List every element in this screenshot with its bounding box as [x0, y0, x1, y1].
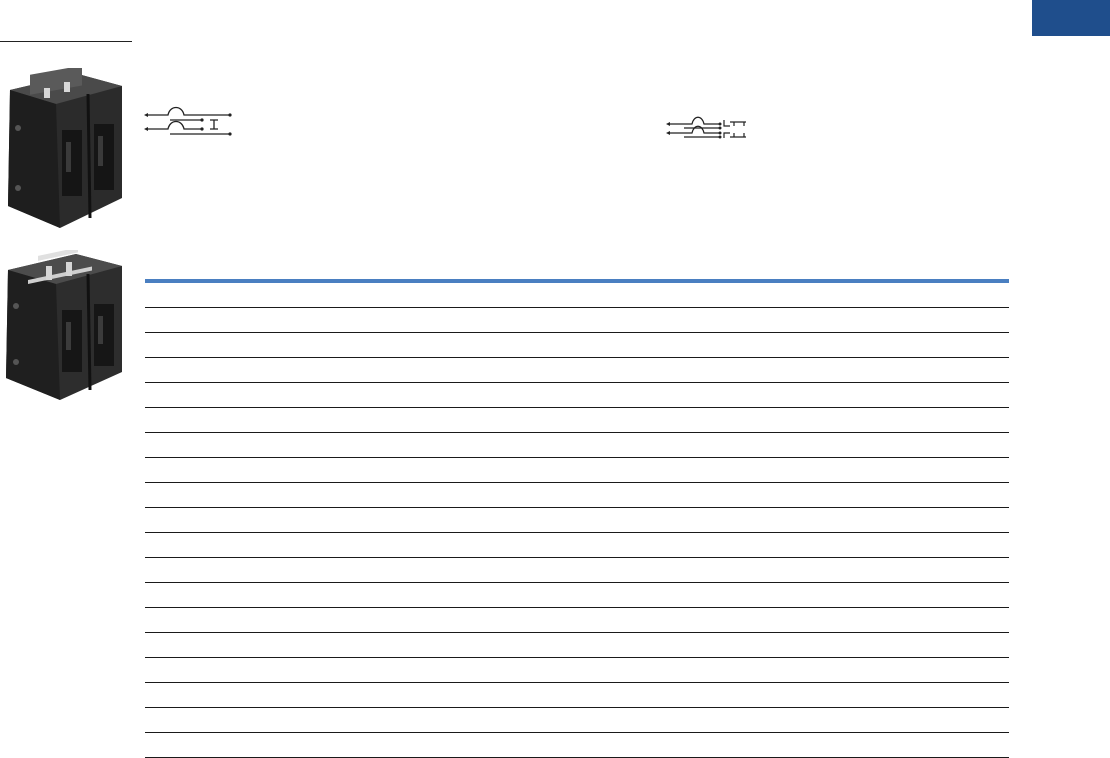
table-header-rule: [145, 279, 1009, 283]
table-row: [145, 582, 1009, 583]
table-row: [145, 332, 1009, 333]
quadplex-wiring-diagram-icon: [666, 116, 746, 139]
wiring-diagram-1: [140, 103, 240, 139]
table-row: [145, 482, 1009, 483]
table-row: [145, 532, 1009, 533]
wiring-diagram-2: [662, 114, 752, 144]
quadplex-breaker-photo-icon: [8, 68, 122, 228]
table-row: [145, 407, 1009, 408]
table-row: [145, 607, 1009, 608]
table-row: [145, 557, 1009, 558]
breaker-photo-2: [0, 250, 130, 400]
quadplex-breaker-with-handle-tie-photo-icon: [6, 250, 122, 400]
table-row: [145, 657, 1009, 658]
table-row: [145, 632, 1009, 633]
table-row: [145, 507, 1009, 508]
table-row: [145, 707, 1009, 708]
table-row: [145, 457, 1009, 458]
table-row: [145, 682, 1009, 683]
table-row: [145, 307, 1009, 308]
breaker-photo-1: [0, 68, 130, 230]
table-row: [145, 357, 1009, 358]
section-tab: [1032, 0, 1110, 36]
two-pole-tandem-wiring-diagram-icon: [144, 106, 232, 136]
table-row: [145, 732, 1009, 733]
table-row: [145, 382, 1009, 383]
table-row: [145, 432, 1009, 433]
header-rule: [0, 41, 132, 42]
